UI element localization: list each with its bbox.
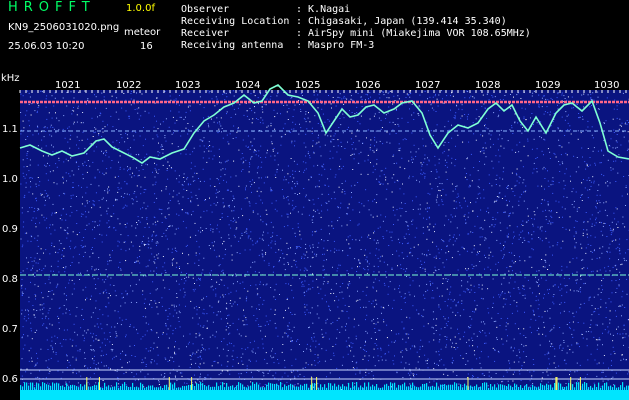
- receiver-label: Receiver: [181, 28, 230, 39]
- y-tick-label: 0.9: [2, 224, 18, 235]
- x-tick-label: 1026: [355, 80, 381, 91]
- location-label: Receiving Location: [181, 16, 290, 27]
- antenna-label: Receiving antenna: [181, 40, 284, 51]
- x-tick-label: 1027: [415, 80, 441, 91]
- spectrogram-plot: [19, 84, 629, 400]
- x-tick-label: 1025: [295, 80, 321, 91]
- version-label: 1.0.0f: [126, 3, 155, 14]
- y-tick-label: 0.6: [2, 374, 18, 385]
- x-tick-label: 1022: [116, 80, 142, 91]
- x-tick-label: 1023: [175, 80, 201, 91]
- y-tick-label: 0.8: [2, 274, 18, 285]
- observer-value: : K.Nagai: [296, 4, 351, 15]
- x-tick-label: 1021: [55, 80, 81, 91]
- location-value: : Chigasaki, Japan (139.414 35.340): [296, 16, 507, 27]
- axis-unit-label: kHz: [1, 73, 20, 84]
- x-tick-label: 1030: [594, 80, 620, 91]
- y-tick-label: 1.1: [2, 124, 18, 135]
- observer-label: Observer: [181, 4, 230, 15]
- x-tick-label: 1028: [475, 80, 501, 91]
- datetime-label: 25.06.03 10:20: [8, 41, 85, 52]
- receiver-value: : AirSpy mini (Miakejima VOR 108.65MHz): [296, 28, 531, 39]
- app-title: HROFFT: [8, 0, 96, 15]
- spectrogram-background: [20, 90, 629, 400]
- y-tick-label: 1.0: [2, 174, 18, 185]
- count-label: 16: [140, 41, 153, 52]
- x-tick-label: 1024: [235, 80, 261, 91]
- antenna-value: : Maspro FM-3: [296, 40, 375, 51]
- filename-label: KN9_2506031020.png: [8, 22, 120, 33]
- header-panel: HROFFT 1.0.0f KN9_2506031020.png meteor …: [0, 0, 629, 73]
- x-tick-label: 1029: [535, 80, 561, 91]
- y-tick-label: 0.7: [2, 324, 18, 335]
- mode-label: meteor: [124, 27, 161, 38]
